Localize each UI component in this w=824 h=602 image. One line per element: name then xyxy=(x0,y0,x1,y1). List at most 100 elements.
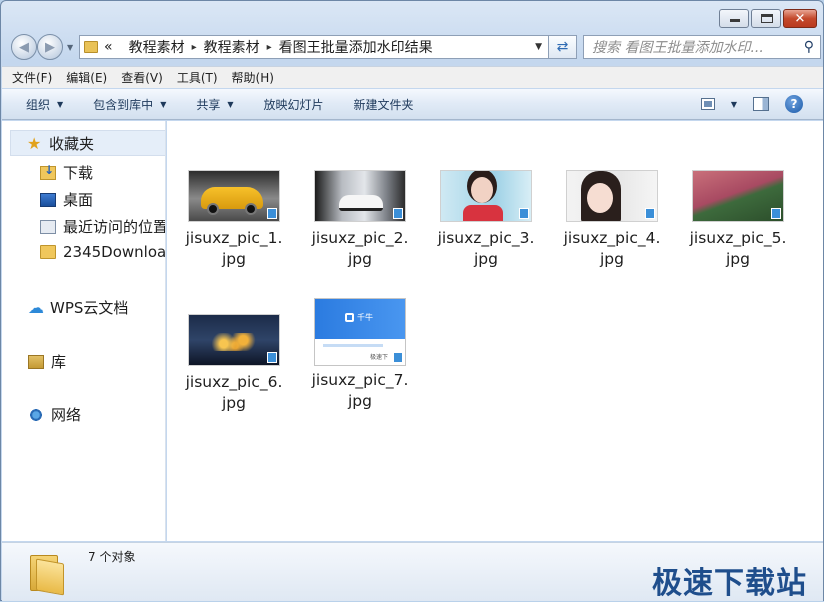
help-icon[interactable]: ? xyxy=(785,95,803,113)
search-input[interactable]: 搜索 看图王批量添加水印... ⚲ xyxy=(583,35,821,59)
dress-shape xyxy=(463,205,503,221)
thumbnail-tag: 极速下 xyxy=(370,354,389,361)
file-name: jisuxz_pic_3. jpg xyxy=(436,228,536,270)
car-shape xyxy=(339,195,383,211)
item-count: 7 个对象 xyxy=(88,550,136,564)
file-item[interactable]: jisuxz_pic_1. jpg xyxy=(184,170,284,270)
recent-pages-dropdown-icon[interactable]: ▼ xyxy=(67,43,73,52)
search-icon[interactable]: ⚲ xyxy=(804,39,814,55)
folder-icon xyxy=(84,41,98,53)
command-bar: 组织 ▼ 包含到库中 ▼ 共享 ▼ 放映幻灯片 新建文件夹 ▼ ? xyxy=(2,89,823,120)
sidebar-item-favorites[interactable]: ★ 收藏夹 xyxy=(10,130,165,156)
navigation-pane: ★ 收藏夹 下载 桌面 最近访问的位置 2345Downloads ☁ WPS云… xyxy=(2,121,166,541)
breadcrumb-item[interactable]: 教程素材 xyxy=(129,37,185,57)
wheel-shape xyxy=(207,203,219,215)
new-folder-button[interactable]: 新建文件夹 xyxy=(354,96,414,113)
file-name-line: jisuxz_pic_4. xyxy=(563,229,661,247)
forward-arrow-icon: ▶ xyxy=(45,39,55,55)
explorer-window: ✕ ◀ ▶ ▼ « ▸ 教程素材 ▸ 教程素材 ▸ 看图王批量添加水印结果 ▼ … xyxy=(0,0,824,601)
close-icon: ✕ xyxy=(794,11,806,26)
file-name-line: jisuxz_pic_7. xyxy=(311,371,409,389)
file-item[interactable]: jisuxz_pic_6. jpg xyxy=(184,314,284,414)
file-item[interactable]: jisuxz_pic_3. jpg xyxy=(436,170,536,270)
breadcrumb-overflow[interactable]: « xyxy=(104,39,113,55)
watermark-badge-icon xyxy=(519,208,529,219)
sidebar-item-downloads[interactable]: 下载 xyxy=(40,162,93,183)
sidebar-item-label: 库 xyxy=(51,353,67,371)
cloud-icon: ☁ xyxy=(28,298,44,317)
file-item[interactable]: jisuxz_pic_4. jpg xyxy=(562,170,662,270)
breadcrumb-item[interactable]: 教程素材 xyxy=(204,37,260,57)
include-in-library-button[interactable]: 包含到库中 ▼ xyxy=(93,96,166,113)
sidebar-item-libraries[interactable]: 库 xyxy=(28,351,66,372)
file-name-line: jpg xyxy=(348,392,372,410)
file-name-line: jisuxz_pic_6. xyxy=(185,373,283,391)
organize-button[interactable]: 组织 ▼ xyxy=(26,96,63,113)
organize-label: 组织 xyxy=(26,97,51,112)
file-name: jisuxz_pic_6. jpg xyxy=(184,372,284,414)
breadcrumb-separator-icon[interactable]: ▸ xyxy=(267,42,272,53)
menu-edit[interactable]: 编辑(E) xyxy=(66,69,107,86)
watermark-badge-icon xyxy=(393,352,403,363)
sidebar-item-label: 2345Downloads xyxy=(63,243,166,261)
wheel-shape xyxy=(245,203,257,215)
file-item[interactable]: jisuxz_pic_5. jpg xyxy=(688,170,788,270)
watermark-badge-icon xyxy=(645,208,655,219)
breadcrumb-item[interactable]: 看图王批量添加水印结果 xyxy=(279,37,433,57)
file-name: jisuxz_pic_5. jpg xyxy=(688,228,788,270)
sidebar-item-wps-cloud[interactable]: ☁ WPS云文档 xyxy=(28,297,128,318)
preview-pane-icon[interactable] xyxy=(753,97,769,111)
image-thumbnail xyxy=(566,170,658,222)
details-pane: 7 个对象 极速下载站 xyxy=(2,542,823,601)
desktop-icon xyxy=(40,192,56,207)
change-view-icon[interactable] xyxy=(700,98,715,110)
file-name: jisuxz_pic_4. jpg xyxy=(562,228,662,270)
sidebar-item-desktop[interactable]: 桌面 xyxy=(40,189,93,210)
logo-text: 千牛 xyxy=(357,313,373,322)
file-item[interactable]: 千牛 极速下 jisuxz_pic_7. jpg xyxy=(310,298,410,412)
forward-button[interactable]: ▶ xyxy=(37,34,63,60)
image-thumbnail xyxy=(314,170,406,222)
file-name-line: jpg xyxy=(600,250,624,268)
slideshow-button[interactable]: 放映幻灯片 xyxy=(264,96,324,113)
menu-tools[interactable]: 工具(T) xyxy=(177,69,218,86)
face-shape xyxy=(587,183,613,213)
sidebar-item-network[interactable]: 网络 xyxy=(28,404,81,425)
file-name: jisuxz_pic_1. jpg xyxy=(184,228,284,270)
menu-file[interactable]: 文件(F) xyxy=(12,69,52,86)
file-name-line: jisuxz_pic_3. xyxy=(437,229,535,247)
sidebar-item-recent-places[interactable]: 最近访问的位置 xyxy=(40,216,165,237)
view-options-dropdown-icon[interactable]: ▼ xyxy=(731,100,737,109)
menu-help[interactable]: 帮助(H) xyxy=(232,69,274,86)
address-dropdown-icon[interactable]: ▼ xyxy=(535,42,542,52)
breadcrumb-separator-icon[interactable]: ▸ xyxy=(192,42,197,53)
file-item[interactable]: jisuxz_pic_2. jpg xyxy=(310,170,410,270)
file-name-line: jpg xyxy=(726,250,750,268)
minimize-icon xyxy=(730,19,740,22)
minimize-button[interactable] xyxy=(719,9,749,28)
chevron-down-icon: ▼ xyxy=(160,99,167,109)
file-name-line: jpg xyxy=(474,250,498,268)
folder-icon xyxy=(30,551,66,596)
chevron-down-icon: ▼ xyxy=(227,99,234,109)
file-name-line: jpg xyxy=(222,250,246,268)
address-bar[interactable]: « ▸ 教程素材 ▸ 教程素材 ▸ 看图王批量添加水印结果 ▼ xyxy=(79,35,549,59)
sidebar-item-2345downloads[interactable]: 2345Downloads xyxy=(40,243,166,261)
maximize-button[interactable] xyxy=(751,9,781,28)
share-label: 共享 xyxy=(196,97,221,112)
refresh-button[interactable]: ⇄ xyxy=(549,35,577,59)
menu-view[interactable]: 查看(V) xyxy=(121,69,163,86)
download-folder-icon xyxy=(40,163,56,180)
search-placeholder: 搜索 看图王批量添加水印... xyxy=(592,40,764,56)
file-name: jisuxz_pic_7. jpg xyxy=(310,370,410,412)
text-line-shape xyxy=(323,344,383,347)
maximize-icon xyxy=(761,14,773,23)
refresh-icon: ⇄ xyxy=(556,39,569,55)
file-name: jisuxz_pic_2. jpg xyxy=(310,228,410,270)
share-button[interactable]: 共享 ▼ xyxy=(196,96,233,113)
close-button[interactable]: ✕ xyxy=(783,9,817,28)
back-button[interactable]: ◀ xyxy=(11,34,37,60)
new-folder-label: 新建文件夹 xyxy=(353,97,414,112)
sidebar-item-label: 网络 xyxy=(51,406,82,424)
image-thumbnail xyxy=(188,170,280,222)
